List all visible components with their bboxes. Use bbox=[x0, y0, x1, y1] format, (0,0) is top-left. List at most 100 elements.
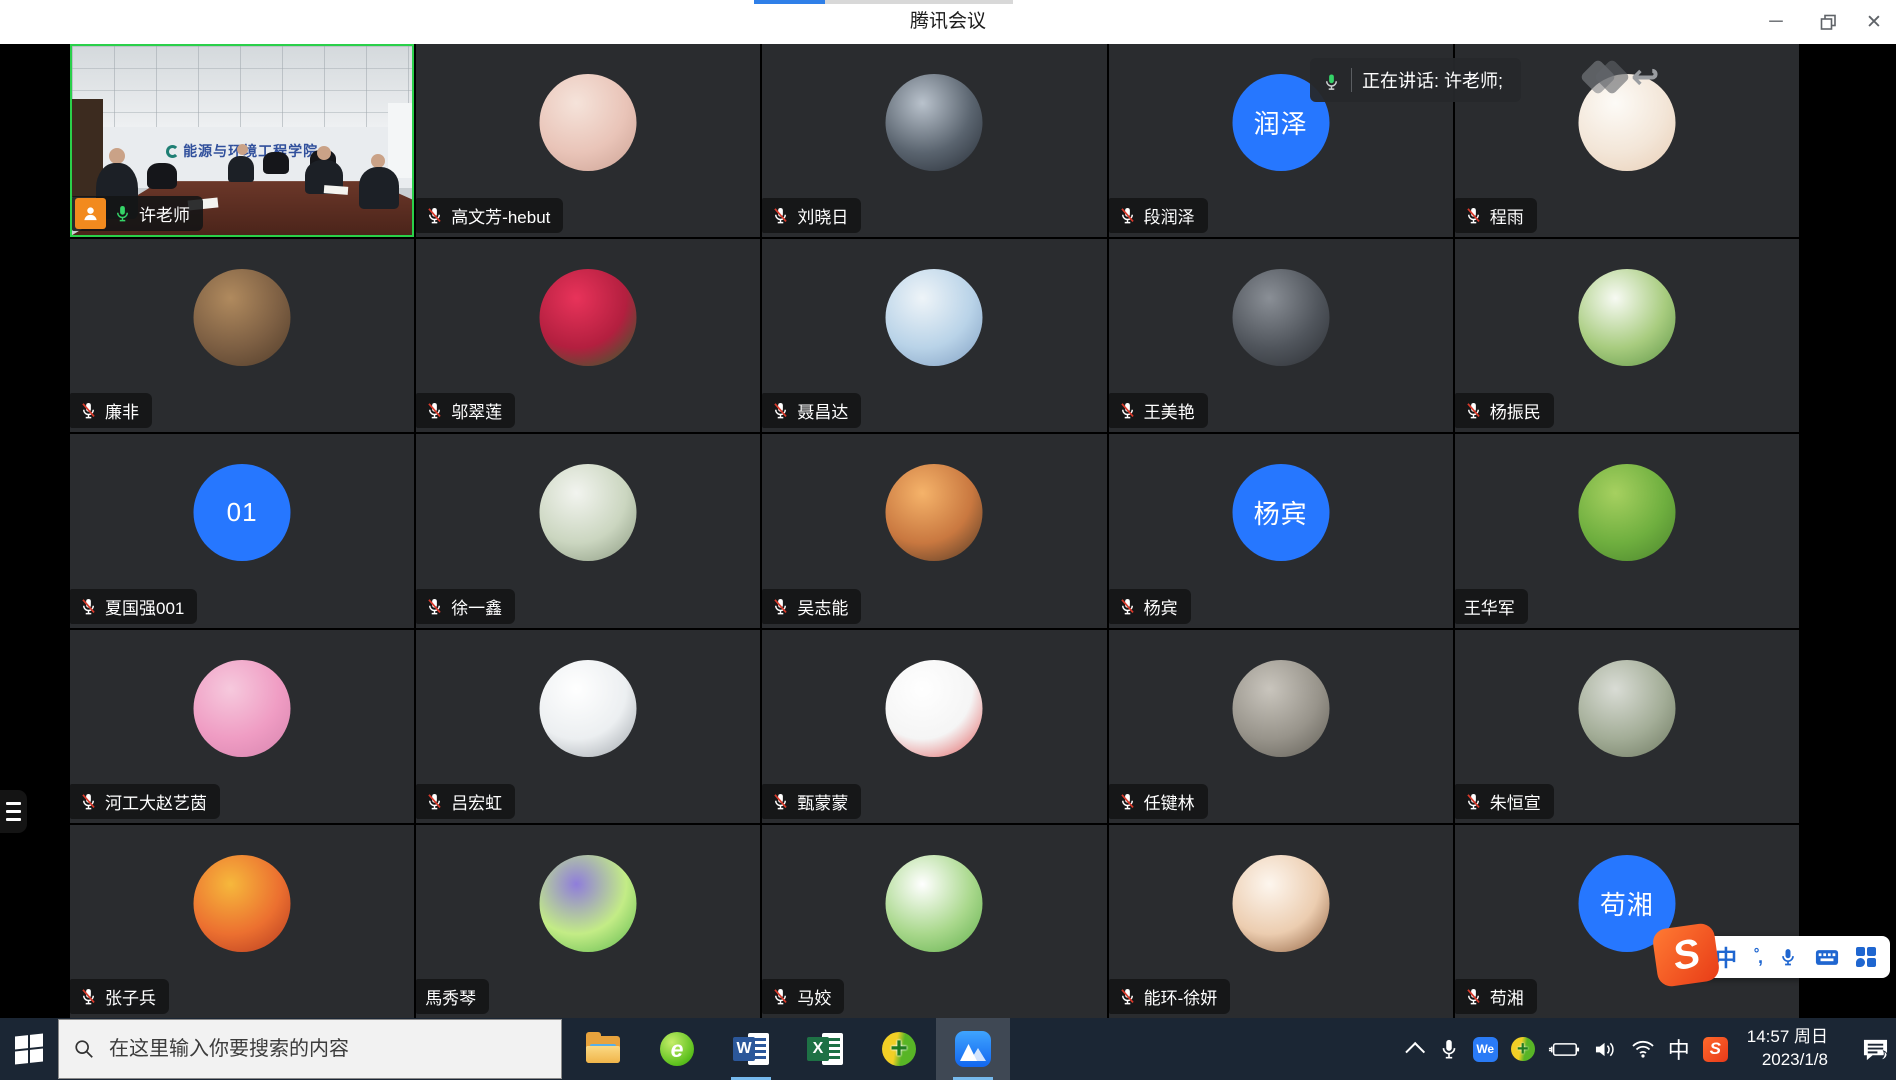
participant-name: 程雨 bbox=[1490, 203, 1524, 228]
participant-tile[interactable]: 杨振民 bbox=[1455, 239, 1799, 432]
taskbar-360-safety-button[interactable]: + bbox=[862, 1018, 936, 1080]
taskbar-browser-button[interactable]: e bbox=[640, 1018, 714, 1080]
participant-label: 河工大赵艺茵 bbox=[70, 784, 220, 819]
participant-tile[interactable]: 馬秀琴 bbox=[416, 825, 760, 1018]
participant-name: 张子兵 bbox=[105, 984, 156, 1009]
ime-toolbox-icon[interactable] bbox=[1856, 947, 1876, 967]
taskbar: e W X + bbox=[0, 1018, 1896, 1080]
paper bbox=[323, 185, 347, 195]
chair bbox=[263, 152, 289, 174]
undo-arrow-icon[interactable]: ↩ bbox=[1631, 60, 1660, 94]
taskbar-clock[interactable]: 14:57 周日 2023/1/8 bbox=[1747, 1026, 1828, 1072]
participant-label: 廉非 bbox=[70, 393, 152, 428]
participant-tile[interactable]: 苟湘 苟湘 bbox=[1455, 825, 1799, 1018]
window-title: 腾讯会议 bbox=[0, 0, 1896, 44]
muted-mic-icon bbox=[1464, 987, 1483, 1006]
participant-tile[interactable]: 任键林 bbox=[1109, 630, 1453, 823]
participant-name: 段润泽 bbox=[1144, 203, 1195, 228]
taskbar-word-button[interactable]: W bbox=[714, 1018, 788, 1080]
muted-mic-icon bbox=[1118, 597, 1137, 616]
participant-tile[interactable]: 刘晓日 bbox=[762, 44, 1106, 237]
wifi-icon[interactable] bbox=[1631, 1039, 1655, 1059]
participant-tile[interactable]: 01 夏国强001 bbox=[70, 434, 414, 627]
muted-mic-icon bbox=[771, 401, 790, 420]
participant-label: 程雨 bbox=[1455, 198, 1537, 233]
taskbar-tencent-meeting-button[interactable] bbox=[936, 1018, 1010, 1080]
voice-input-icon[interactable] bbox=[1778, 947, 1798, 967]
participant-tile[interactable]: 吴志能 bbox=[762, 434, 1106, 627]
taskbar-file-explorer-button[interactable] bbox=[566, 1018, 640, 1080]
speaking-text: 正在讲话: 许老师; bbox=[1362, 67, 1503, 93]
we-app-icon[interactable]: We bbox=[1473, 1037, 1498, 1062]
restore-button[interactable] bbox=[1804, 0, 1852, 44]
virtual-keyboard-icon[interactable] bbox=[1815, 949, 1839, 966]
participant-list-toggle[interactable] bbox=[0, 790, 27, 833]
participant-name: 夏国强001 bbox=[105, 594, 184, 619]
sogou-logo-icon[interactable]: S bbox=[1651, 922, 1720, 988]
taskbar-search[interactable] bbox=[58, 1019, 562, 1079]
participant-tile[interactable]: 邬翠莲 bbox=[416, 239, 760, 432]
avatar bbox=[886, 464, 983, 561]
participant-tile[interactable]: 甄蒙蒙 bbox=[762, 630, 1106, 823]
hidden-icons-chevron-icon[interactable] bbox=[1411, 1042, 1425, 1056]
muted-mic-icon bbox=[79, 597, 98, 616]
avatar bbox=[886, 660, 983, 757]
participant-tile[interactable]: 徐一鑫 bbox=[416, 434, 760, 627]
avatar bbox=[194, 660, 291, 757]
browser-360-icon: e bbox=[660, 1032, 694, 1066]
window-titlebar: 腾讯会议 ─ ✕ bbox=[0, 0, 1896, 44]
avatar bbox=[540, 74, 637, 171]
start-button[interactable] bbox=[0, 1018, 58, 1080]
participant-grid: 能源与环境工程学院 bbox=[70, 44, 1799, 1018]
participant-tile[interactable]: 能环-徐妍 bbox=[1109, 825, 1453, 1018]
sogou-ime-toolbar[interactable]: S 中 ˚, bbox=[1678, 936, 1890, 978]
participant-tile[interactable]: 高文芳-hebut bbox=[416, 44, 760, 237]
participant-tile[interactable]: 廉非 bbox=[70, 239, 414, 432]
participant-label: 甄蒙蒙 bbox=[762, 784, 861, 819]
participant-tile[interactable]: 杨宾 杨宾 bbox=[1109, 434, 1453, 627]
action-center-icon[interactable] bbox=[1861, 1037, 1890, 1062]
avatar: 01 bbox=[194, 464, 291, 561]
college-logo-icon bbox=[166, 145, 179, 158]
participant-tile[interactable]: 朱恒宣 bbox=[1455, 630, 1799, 823]
muted-mic-icon bbox=[1464, 401, 1483, 420]
tray-microphone-icon[interactable] bbox=[1438, 1038, 1460, 1060]
participant-label: 许老师 bbox=[72, 196, 203, 231]
close-button[interactable]: ✕ bbox=[1850, 0, 1896, 44]
participant-name: 马姣 bbox=[797, 984, 831, 1009]
punctuation-toggle-icon[interactable]: ˚, bbox=[1754, 947, 1761, 968]
avatar bbox=[540, 660, 637, 757]
participant-name: 朱恒宣 bbox=[1490, 789, 1541, 814]
battery-charging-icon[interactable] bbox=[1548, 1041, 1580, 1058]
avatar bbox=[540, 464, 637, 561]
participant-label: 苟湘 bbox=[1455, 979, 1537, 1014]
participant-tile[interactable]: 吕宏虹 bbox=[416, 630, 760, 823]
file-explorer-icon bbox=[586, 1036, 620, 1063]
participant-name: 河工大赵艺茵 bbox=[105, 789, 207, 814]
participant-label: 夏国强001 bbox=[70, 589, 197, 624]
participant-tile-video[interactable]: 能源与环境工程学院 bbox=[70, 44, 414, 237]
volume-icon[interactable] bbox=[1593, 1039, 1618, 1060]
avatar bbox=[194, 855, 291, 952]
avatar: 杨宾 bbox=[1232, 464, 1329, 561]
restore-icon bbox=[1820, 14, 1837, 31]
ime-mode-indicator[interactable]: 中 bbox=[1668, 1033, 1690, 1065]
muted-mic-icon bbox=[425, 401, 444, 420]
overlay-icons: ↩ bbox=[1585, 60, 1660, 94]
participant-tile[interactable]: 王美艳 bbox=[1109, 239, 1453, 432]
participant-tile[interactable]: 张子兵 bbox=[70, 825, 414, 1018]
participant-label: 吴志能 bbox=[762, 589, 861, 624]
tray-sogou-icon[interactable]: S bbox=[1703, 1037, 1728, 1062]
participant-tile[interactable]: 河工大赵艺茵 bbox=[70, 630, 414, 823]
minimize-button[interactable]: ─ bbox=[1752, 0, 1800, 44]
participant-tile[interactable]: 聂昌达 bbox=[762, 239, 1106, 432]
participant-tile[interactable]: 王华军 bbox=[1455, 434, 1799, 627]
participant-tile[interactable]: 马姣 bbox=[762, 825, 1106, 1018]
muted-mic-icon bbox=[79, 401, 98, 420]
avatar bbox=[540, 269, 637, 366]
search-input[interactable] bbox=[109, 1038, 529, 1061]
tray-360-safety-icon[interactable]: + bbox=[1511, 1037, 1535, 1061]
participant-name: 吕宏虹 bbox=[451, 789, 502, 814]
taskbar-excel-button[interactable]: X bbox=[788, 1018, 862, 1080]
participant-name: 杨振民 bbox=[1490, 398, 1541, 423]
